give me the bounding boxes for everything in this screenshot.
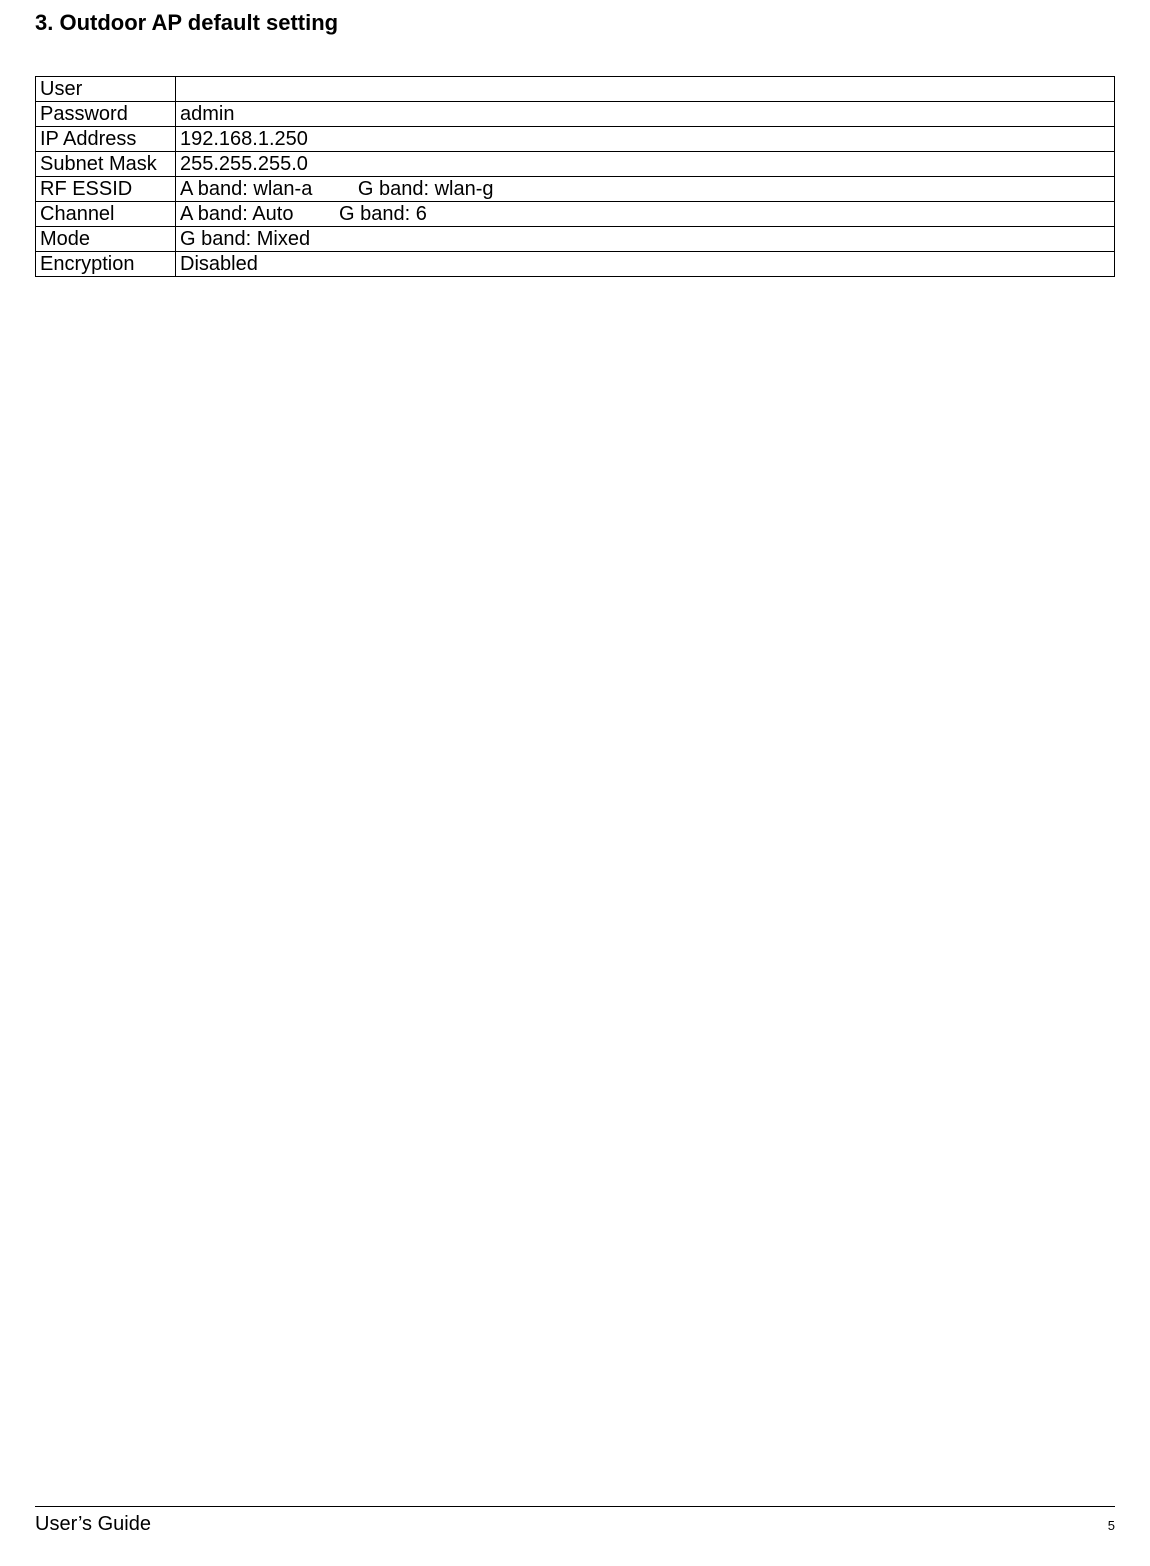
table-row: User [36,77,1115,102]
table-row: Channel A band: Auto G band: 6 [36,202,1115,227]
setting-label: Encryption [36,252,176,277]
setting-value: A band: Auto G band: 6 [176,202,1115,227]
table-row: Encryption Disabled [36,252,1115,277]
setting-label: Mode [36,227,176,252]
setting-label: Password [36,102,176,127]
setting-value: 192.168.1.250 [176,127,1115,152]
setting-label: IP Address [36,127,176,152]
setting-value-b: G band: wlan-g [358,177,494,201]
footer-title: User’s Guide [35,1513,151,1536]
table-row: Subnet Mask 255.255.255.0 [36,152,1115,177]
setting-value: admin [176,102,1115,127]
setting-label: RF ESSID [36,177,176,202]
page-number: 5 [1108,1518,1115,1533]
setting-label: Channel [36,202,176,227]
setting-label: Subnet Mask [36,152,176,177]
table-row: IP Address 192.168.1.250 [36,127,1115,152]
setting-value: G band: Mixed [176,227,1115,252]
setting-label: User [36,77,176,102]
table-row: Mode G band: Mixed [36,227,1115,252]
setting-value-b: G band: 6 [339,202,427,226]
default-settings-table: User Password admin IP Address 192.168.1… [35,76,1115,277]
setting-value: A band: wlan-a G band: wlan-g [176,177,1115,202]
setting-value-a: A band: Auto [180,202,293,226]
footer-divider [35,1506,1115,1507]
table-row: RF ESSID A band: wlan-a G band: wlan-g [36,177,1115,202]
setting-value: 255.255.255.0 [176,152,1115,177]
section-heading: 3. Outdoor AP default setting [35,10,1115,36]
setting-value: Disabled [176,252,1115,277]
page-footer: User’s Guide 5 [35,1506,1115,1536]
setting-value-a: A band: wlan-a [180,177,312,201]
table-row: Password admin [36,102,1115,127]
setting-value [176,77,1115,102]
